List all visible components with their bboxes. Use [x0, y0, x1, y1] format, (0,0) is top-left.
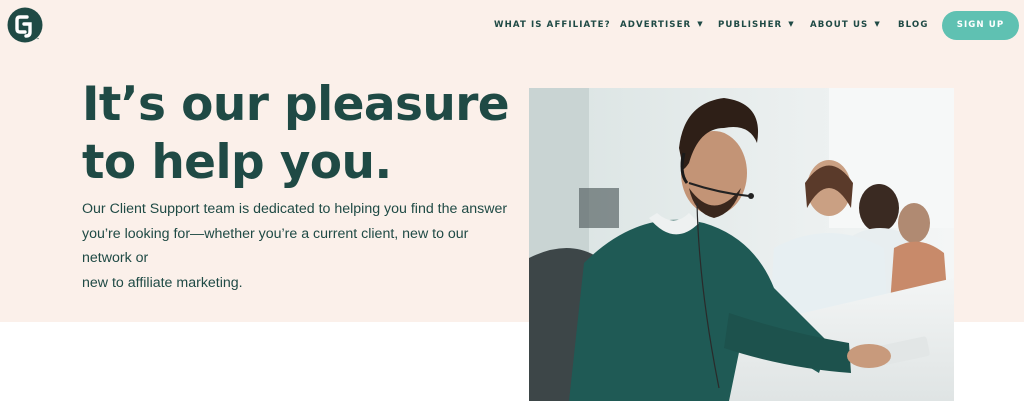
hero-description: Our Client Support team is dedicated to … — [82, 197, 512, 295]
page-title: It’s our pleasure to help you. — [82, 76, 522, 192]
description-line-2: you’re looking for—whether you’re a curr… — [82, 225, 469, 267]
nav-blog[interactable]: BLOG — [898, 20, 928, 30]
chevron-down-icon: ▼ — [874, 20, 881, 28]
chevron-down-icon: ▼ — [697, 20, 704, 28]
description-line-3: new to affiliate marketing. — [82, 274, 243, 291]
nav-item-label: PUBLISHER — [718, 20, 783, 30]
description-line-1: Our Client Support team is dedicated to … — [82, 201, 508, 217]
nav-item-label: WHAT IS AFFILIATE? — [494, 20, 611, 30]
nav-item-label: ADVERTISER — [620, 20, 692, 30]
svg-text:™: ™ — [36, 37, 40, 42]
nav-advertiser[interactable]: ADVERTISER ▼ — [620, 20, 704, 30]
hero-photo — [529, 88, 954, 401]
site-header: ™ WHAT IS AFFILIATE? ADVERTISER ▼ PUBLISH… — [0, 0, 1024, 52]
nav-item-label: ABOUT US — [810, 20, 869, 30]
sign-up-button[interactable]: SIGN UP — [942, 11, 1019, 40]
headline-line-1: It’s our pleasure — [82, 77, 510, 132]
headline-line-2: to help you. — [82, 135, 392, 190]
cj-logo-icon: ™ — [7, 7, 43, 43]
chevron-down-icon: ▼ — [788, 20, 795, 28]
nav-publisher[interactable]: PUBLISHER ▼ — [718, 20, 795, 30]
cj-logo-link[interactable]: ™ — [7, 7, 43, 43]
nav-what-is-affiliate[interactable]: WHAT IS AFFILIATE? — [494, 20, 611, 30]
nav-about-us[interactable]: ABOUT US ▼ — [810, 20, 881, 30]
nav-item-label: BLOG — [898, 20, 929, 30]
